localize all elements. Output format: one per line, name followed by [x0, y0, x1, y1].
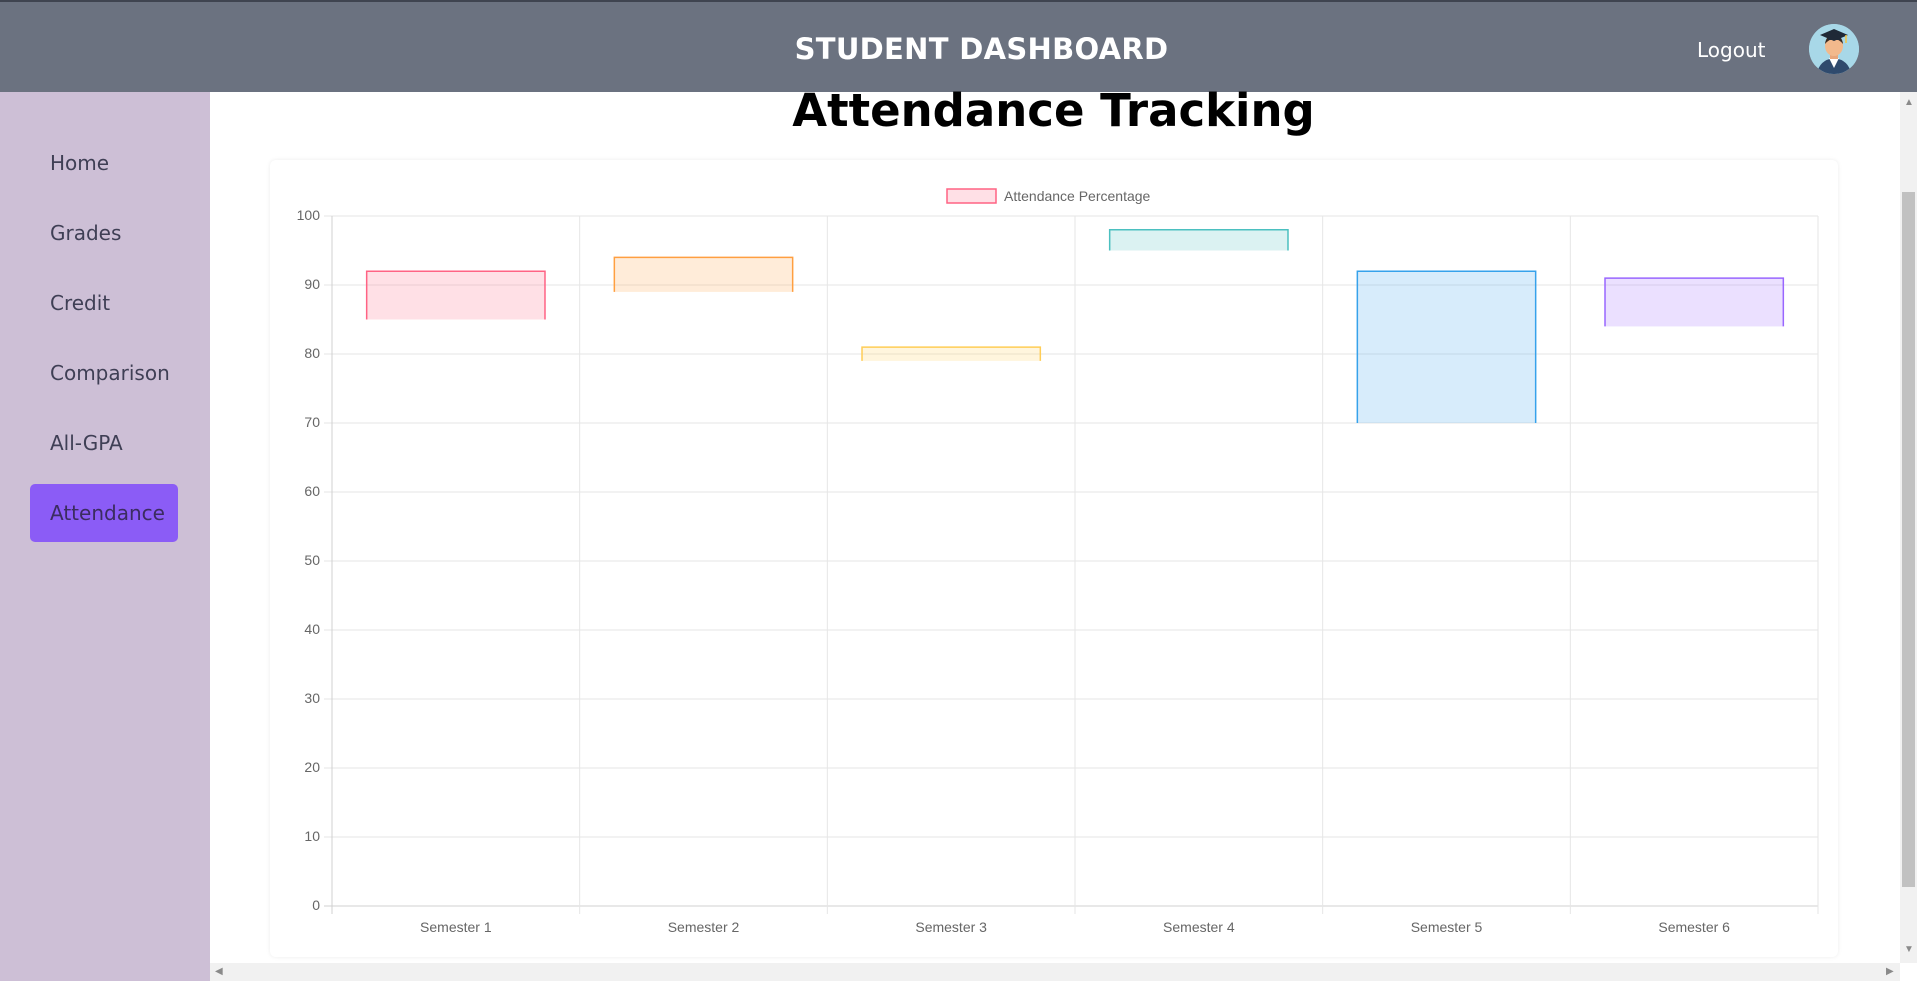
y-tick-label: 40	[304, 621, 320, 637]
horizontal-scrollbar[interactable]: ◀ ▶	[210, 963, 1900, 981]
legend-label: Attendance Percentage	[1004, 188, 1151, 204]
bar	[1357, 271, 1536, 423]
y-tick-label: 100	[297, 207, 321, 223]
app-title: STUDENT DASHBOARD	[794, 32, 1169, 66]
sidebar-item-grades[interactable]: Grades	[30, 204, 178, 262]
legend-swatch	[946, 188, 997, 204]
sidebar-item-comparison[interactable]: Comparison	[30, 344, 178, 402]
y-tick-label: 30	[304, 690, 320, 706]
x-tick-label: Semester 4	[1163, 919, 1235, 935]
graduate-avatar-icon[interactable]	[1809, 24, 1859, 74]
y-tick-label: 10	[304, 828, 320, 844]
scroll-down-arrow-icon[interactable]: ▼	[1904, 945, 1914, 955]
x-tick-label: Semester 1	[420, 919, 492, 935]
vertical-scrollbar[interactable]: ▲ ▼	[1900, 92, 1917, 963]
y-tick-label: 50	[304, 552, 320, 568]
bar	[366, 271, 545, 320]
bar	[1605, 278, 1784, 327]
sidebar-item-home[interactable]: Home	[30, 134, 178, 192]
y-tick-label: 0	[312, 897, 320, 913]
page-title: Attendance Tracking	[792, 84, 1315, 137]
scroll-right-arrow-icon[interactable]: ▶	[1886, 967, 1894, 977]
vertical-scroll-thumb[interactable]	[1902, 192, 1915, 887]
bar	[614, 257, 793, 292]
scroll-left-arrow-icon[interactable]: ◀	[215, 967, 223, 977]
x-tick-label: Semester 2	[668, 919, 740, 935]
y-tick-label: 90	[304, 276, 320, 292]
chart-card: 0 10 20 30 40 50 60 70 80 90 100 Semester 1 Semester…	[270, 160, 1838, 957]
attendance-bar-chart: 0 10 20 30 40 50 60 70 80 90 100 Semester 1 Semester…	[297, 188, 1819, 935]
y-tick-label: 70	[304, 414, 320, 430]
x-tick-label: Semester 3	[915, 919, 987, 935]
x-tick-label: Semester 5	[1411, 919, 1483, 935]
sidebar-item-attendance[interactable]: Attendance	[30, 484, 178, 542]
logout-button[interactable]: Logout	[1697, 38, 1765, 62]
scroll-up-arrow-icon[interactable]: ▲	[1904, 98, 1914, 108]
top-header: STUDENT DASHBOARD Logout	[0, 0, 1917, 92]
y-tick-label: 60	[304, 483, 320, 499]
sidebar: Home Grades Credit Comparison All-GPA At…	[0, 92, 210, 981]
bar	[1109, 229, 1288, 251]
y-tick-label: 80	[304, 345, 320, 361]
bar	[862, 347, 1041, 361]
y-tick-label: 20	[304, 759, 320, 775]
sidebar-item-all-gpa[interactable]: All-GPA	[30, 414, 178, 472]
x-tick-label: Semester 6	[1658, 919, 1730, 935]
sidebar-item-credit[interactable]: Credit	[30, 274, 178, 332]
